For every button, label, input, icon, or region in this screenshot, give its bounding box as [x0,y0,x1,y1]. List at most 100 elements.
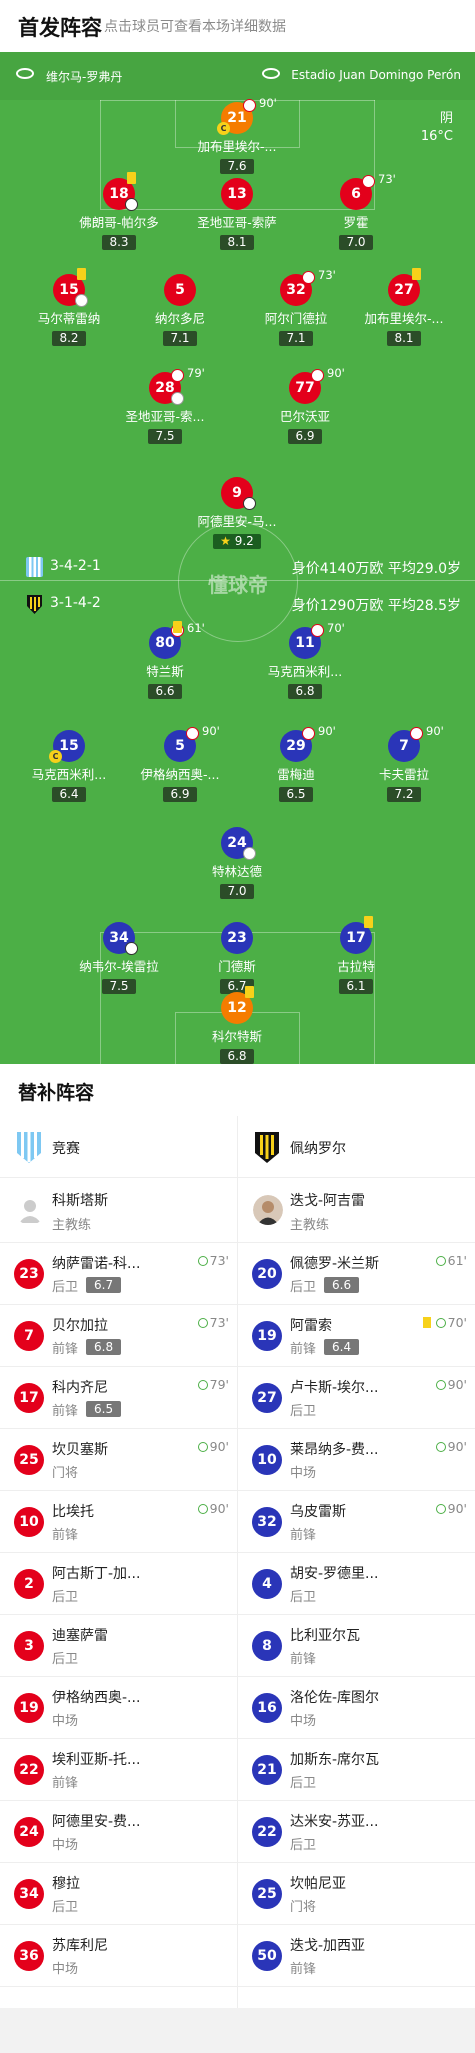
away-player-23[interactable]: 23 门德斯 6.7 [177,922,297,994]
bench-player-rating: 6.7 [86,1277,122,1293]
home-bench-team-name: 竞赛 [52,1141,80,1157]
player-name: 科尔特斯 [211,1029,262,1044]
bench-player-position: 后卫 [290,1280,317,1295]
bench-player-row[interactable]: 17 科内齐尼 前锋 6.5 79' [0,1367,237,1429]
bench-player-row[interactable]: 20 佩德罗-米兰斯 后卫 6.6 61' [238,1243,475,1305]
away-player-29[interactable]: 29 90' 雷梅迪 6.5 [236,724,356,802]
bench-player-position: 前锋 [52,1404,79,1419]
bench-player-row[interactable]: 16 洛伦佐-库图尔 中场 [238,1677,475,1739]
bench-player-row[interactable]: 22 达米安-苏亚... 后卫 [238,1801,475,1863]
bench-player-row[interactable]: 36 苏库利尼 中场 [0,1925,237,1987]
bench-player-row[interactable]: 7 贝尔加拉 前锋 6.8 73' [0,1305,237,1367]
player-name: 加布里埃尔-... [364,311,444,326]
player-rating: 8.2 [52,331,86,346]
away-player-7[interactable]: 7 90' 卡夫雷拉 7.2 [344,724,464,802]
bench-player-row[interactable]: 32 乌皮雷斯 前锋 90' [238,1491,475,1553]
player-rating: 8.3 [102,235,136,250]
home-player-5[interactable]: 5 纳尔多尼 7.1 [120,274,240,346]
goal-ball-icon [125,942,138,955]
player-rating: 7.5 [102,979,136,994]
bench-player-row[interactable]: 50 迭戈-加西亚 前锋 [238,1925,475,1987]
home-player-15[interactable]: 15 马尔蒂雷纳 8.2 [9,268,129,346]
yellow-card-icon [412,268,421,280]
substitution-in-icon [435,1380,446,1390]
bench-player-number: 19 [14,1693,44,1723]
bench-player-row[interactable]: 10 莱昂纳多-费... 中场 90' [238,1429,475,1491]
bench-player-name: 比埃托 [52,1504,94,1520]
bench-player-number: 7 [14,1321,44,1351]
bench-player-row[interactable]: 22 埃利亚斯-托... 前锋 [0,1739,237,1801]
player-name: 卡夫雷拉 [378,767,429,782]
home-player-32[interactable]: 32 73' 阿尔门德拉 7.1 [236,268,356,346]
home-player-21[interactable]: 21 90' C 加布里埃尔-... 7.6 [177,96,297,174]
home-coach-name: 科斯塔斯 [52,1193,108,1209]
bench-player-rating: 6.5 [86,1401,122,1417]
bench-player-number: 3 [14,1631,44,1661]
sub-minute: 90' [426,724,444,738]
substitution-in-icon [197,1442,208,1452]
bench-player-row[interactable]: 21 加斯东-席尔瓦 后卫 [238,1739,475,1801]
bench-player-row[interactable]: 24 阿德里安-费... 中场 [0,1801,237,1863]
bench-player-name: 穆拉 [52,1876,80,1892]
bench-player-position: 后卫 [52,1900,79,1915]
substitution-in-icon [435,1442,446,1452]
away-player-11[interactable]: 11 70' 马克西米利... 6.8 [245,621,365,699]
bench-player-number: 10 [252,1445,282,1475]
away-formation: 3-1-4-2 [50,595,101,611]
bench-player-position: 前锋 [52,1776,79,1791]
home-player-28[interactable]: 28 79' 圣地亚哥-索... 7.5 [105,366,225,444]
away-player-12[interactable]: 12 科尔特斯 6.8 [177,986,297,1064]
bench-player-row[interactable]: 34 穆拉 后卫 [0,1863,237,1925]
bench-player-name: 埃利亚斯-托... [52,1752,141,1768]
bench-player-name: 科内齐尼 [52,1380,108,1396]
home-coach-role: 主教练 [52,1218,92,1233]
away-player-15[interactable]: 15 C 马克西米利... 6.4 [9,730,129,802]
home-player-13[interactable]: 13 圣地亚哥-索萨 8.1 [177,178,297,250]
away-player-5[interactable]: 5 90' 伊格纳西奥-... 6.9 [120,724,240,802]
away-player-80[interactable]: 80 61' 特兰斯 6.6 [105,621,225,699]
bench-player-position: 后卫 [290,1590,317,1605]
home-player-77[interactable]: 77 90' 巴尔沃亚 6.9 [245,366,365,444]
player-number-circle: 13 [221,178,253,210]
away-bench-team[interactable]: 佩纳罗尔 [238,1116,475,1178]
bench-player-number: 21 [252,1755,282,1785]
away-coach[interactable]: 迭戈-阿吉雷 主教练 [238,1178,475,1243]
away-player-17[interactable]: 17 古拉特 6.1 [296,916,416,994]
sub-in-indicator: 90' [435,1501,467,1516]
goal-ball-icon [125,198,138,211]
player-rating: 7.1 [163,331,197,346]
bench-player-row[interactable]: 25 坎帕尼亚 门将 [238,1863,475,1925]
away-player-24[interactable]: 24 特林达德 7.0 [177,827,297,899]
bench-player-name: 达米安-苏亚... [290,1814,379,1830]
weather-temperature: 16°C [420,129,453,144]
bench-player-row[interactable]: 19 伊格纳西奥-... 中场 [0,1677,237,1739]
bench-player-name: 佩德罗-米兰斯 [290,1256,380,1272]
bench-player-number: 19 [252,1321,282,1351]
player-rating: 6.5 [279,787,313,802]
sub-in-indicator: 61' [435,1253,467,1268]
bench-player-row[interactable]: 23 纳萨雷诺-科... 后卫 6.7 73' [0,1243,237,1305]
bench-player-number: 8 [252,1631,282,1661]
bench-player-row[interactable]: 19 阿雷索 前锋 6.4 70' [238,1305,475,1367]
player-name: 佛朗哥-帕尔多 [79,215,159,230]
bench-player-name: 加斯东-席尔瓦 [290,1752,380,1768]
home-player-9[interactable]: 9 阿德里安-马... ★ 9.2 [177,477,297,549]
bench-player-row[interactable]: 25 坎贝塞斯 门将 90' [0,1429,237,1491]
home-player-6[interactable]: 6 73' 罗霍 7.0 [296,172,416,250]
away-player-34[interactable]: 34 纳韦尔-埃雷拉 7.5 [59,922,179,994]
home-bench-team[interactable]: 竞赛 [0,1116,237,1178]
home-player-18[interactable]: 18 佛朗哥-帕尔多 8.3 [59,172,179,250]
sub-in-minute: 61' [447,1253,467,1268]
bench-player-row[interactable]: 8 比利亚尔瓦 前锋 [238,1615,475,1677]
bench-player-row[interactable]: 27 卢卡斯-埃尔... 后卫 90' [238,1367,475,1429]
bench-player-row[interactable]: 10 比埃托 前锋 90' [0,1491,237,1553]
bench-player-number: 2 [14,1569,44,1599]
bench-player-number: 20 [252,1259,282,1289]
bench-player-row[interactable]: 2 阿古斯丁-加... 后卫 [0,1553,237,1615]
bench-player-row[interactable]: 4 胡安-罗德里... 后卫 [238,1553,475,1615]
away-team-icon [27,595,42,614]
bench-player-row[interactable]: 3 迪塞萨雷 后卫 [0,1615,237,1677]
bench-player-position: 前锋 [290,1342,317,1357]
home-player-27[interactable]: 27 加布里埃尔-... 8.1 [344,268,464,346]
home-coach[interactable]: 科斯塔斯 主教练 [0,1178,237,1243]
